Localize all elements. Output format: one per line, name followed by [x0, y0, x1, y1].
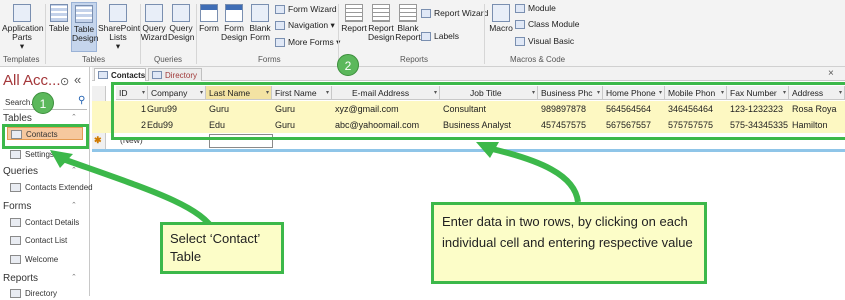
callout-enter-data: Enter data in two rows, by clicking on e…: [431, 202, 707, 284]
arrow-to-rows: [487, 145, 581, 203]
callout-select-contact: Select ‘Contact’ Table: [160, 222, 284, 274]
annotation-arrows: [50, 142, 581, 234]
arrow-to-contacts: [58, 155, 218, 234]
